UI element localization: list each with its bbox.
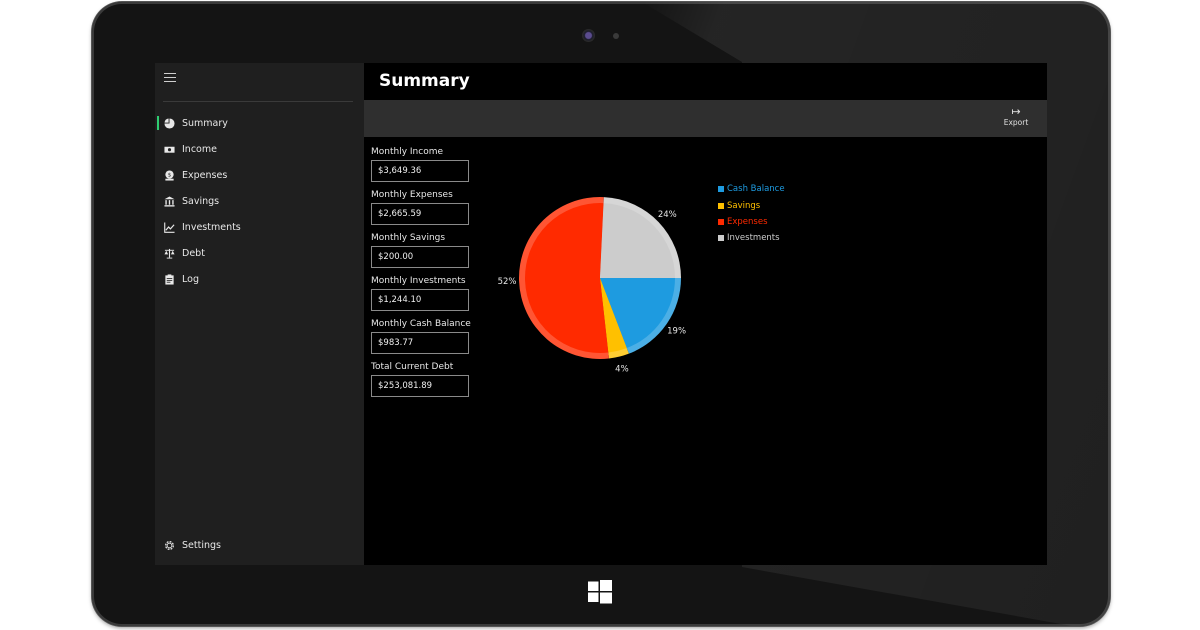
- scales-icon: [156, 248, 182, 259]
- clipboard-icon: [156, 273, 182, 285]
- hamburger-menu-icon[interactable]: [164, 73, 176, 83]
- field-monthly-savings: Monthly Savings $200.00: [371, 231, 471, 268]
- pie-label-savings: 4%: [615, 364, 629, 374]
- legend-item-savings: Savings: [718, 197, 785, 213]
- camera-icon: [582, 29, 595, 42]
- sidebar-item-label: Debt: [182, 247, 205, 259]
- legend-swatch: [718, 218, 724, 225]
- sidebar-divider: [163, 101, 353, 102]
- field-monthly-cash-balance: Monthly Cash Balance $983.77: [371, 317, 471, 354]
- field-label: Total Current Debt: [371, 362, 454, 372]
- legend-label: Cash Balance: [727, 184, 785, 195]
- sidebar-item-summary[interactable]: Summary: [155, 111, 364, 135]
- chart-legend: Cash Balance Savings Expenses Investment…: [718, 181, 785, 247]
- bank-icon: [156, 195, 182, 207]
- light-sensor: [613, 33, 619, 39]
- sidebar-item-income[interactable]: Income: [155, 137, 364, 161]
- export-button[interactable]: ↦ Export: [994, 106, 1038, 134]
- page-title: Summary: [379, 71, 470, 91]
- sidebar-item-label: Settings: [182, 539, 221, 551]
- line-chart-icon: [156, 221, 182, 233]
- legend-swatch: [718, 202, 724, 209]
- sidebar-item-label: Log: [182, 273, 199, 285]
- pie-label-cash-balance: 19%: [667, 327, 686, 337]
- sidebar-item-label: Savings: [182, 195, 220, 207]
- export-label: Export: [1003, 118, 1029, 127]
- monthly-cash-balance-input[interactable]: $983.77: [371, 332, 469, 354]
- legend-label: Savings: [727, 200, 761, 211]
- monthly-income-input[interactable]: $3,649.36: [371, 160, 469, 182]
- export-arrow-icon: ↦: [1011, 105, 1021, 118]
- legend-swatch: [718, 235, 724, 242]
- page-header: Summary: [364, 63, 1047, 100]
- gear-icon: [156, 540, 182, 551]
- sidebar-item-savings[interactable]: Savings: [155, 189, 364, 213]
- field-label: Monthly Investments: [371, 276, 466, 286]
- pie-slice-face-expenses: [525, 203, 609, 353]
- field-label: Monthly Expenses: [371, 190, 453, 200]
- sidebar-item-label: Income: [182, 143, 217, 155]
- command-bar: ↦ Export: [364, 100, 1047, 137]
- legend-item-cash-balance: Cash Balance: [718, 181, 785, 197]
- sidebar-item-log[interactable]: Log: [155, 267, 364, 291]
- summary-fields: Monthly Income $3,649.36 Monthly Expense…: [371, 145, 471, 403]
- legend-label: Investments: [727, 233, 780, 244]
- sidebar-item-expenses[interactable]: $ Expenses: [155, 163, 364, 187]
- sidebar-item-debt[interactable]: Debt: [155, 241, 364, 265]
- sidebar-item-label: Expenses: [182, 169, 228, 181]
- windows-logo-icon[interactable]: [588, 580, 612, 604]
- sidebar-item-label: Investments: [182, 221, 241, 233]
- total-current-debt-input[interactable]: $253,081.89: [371, 375, 469, 397]
- legend-item-investments: Investments: [718, 230, 785, 246]
- pie-chart-icon: [156, 117, 182, 129]
- field-monthly-income: Monthly Income $3,649.36: [371, 145, 471, 182]
- field-monthly-expenses: Monthly Expenses $2,665.59: [371, 188, 471, 225]
- field-label: Monthly Savings: [371, 233, 446, 243]
- sidebar: Summary Income $ Expenses Savings Invest…: [155, 63, 364, 565]
- pie-label-investments: 24%: [658, 210, 677, 220]
- monthly-savings-input[interactable]: $200.00: [371, 246, 469, 268]
- monthly-investments-input[interactable]: $1,244.10: [371, 289, 469, 311]
- legend-swatch: [718, 186, 724, 193]
- sidebar-item-investments[interactable]: Investments: [155, 215, 364, 239]
- field-monthly-investments: Monthly Investments $1,244.10: [371, 274, 471, 311]
- cash-icon: [156, 144, 182, 155]
- monthly-expenses-input[interactable]: $2,665.59: [371, 203, 469, 225]
- expenses-icon: $: [156, 169, 182, 181]
- legend-item-expenses: Expenses: [718, 214, 785, 230]
- field-label: Monthly Income: [371, 147, 444, 157]
- sidebar-item-settings[interactable]: Settings: [155, 533, 364, 557]
- pie-chart: 19% 4% 52% 24%: [498, 197, 686, 374]
- legend-label: Expenses: [727, 216, 768, 227]
- field-label: Monthly Cash Balance: [371, 319, 471, 329]
- sidebar-item-label: Summary: [182, 117, 228, 129]
- svg-text:$: $: [167, 172, 171, 178]
- pie-label-expenses: 52%: [498, 277, 517, 287]
- app-screen: Summary Income $ Expenses Savings Invest…: [155, 63, 1047, 565]
- field-total-current-debt: Total Current Debt $253,081.89: [371, 360, 471, 397]
